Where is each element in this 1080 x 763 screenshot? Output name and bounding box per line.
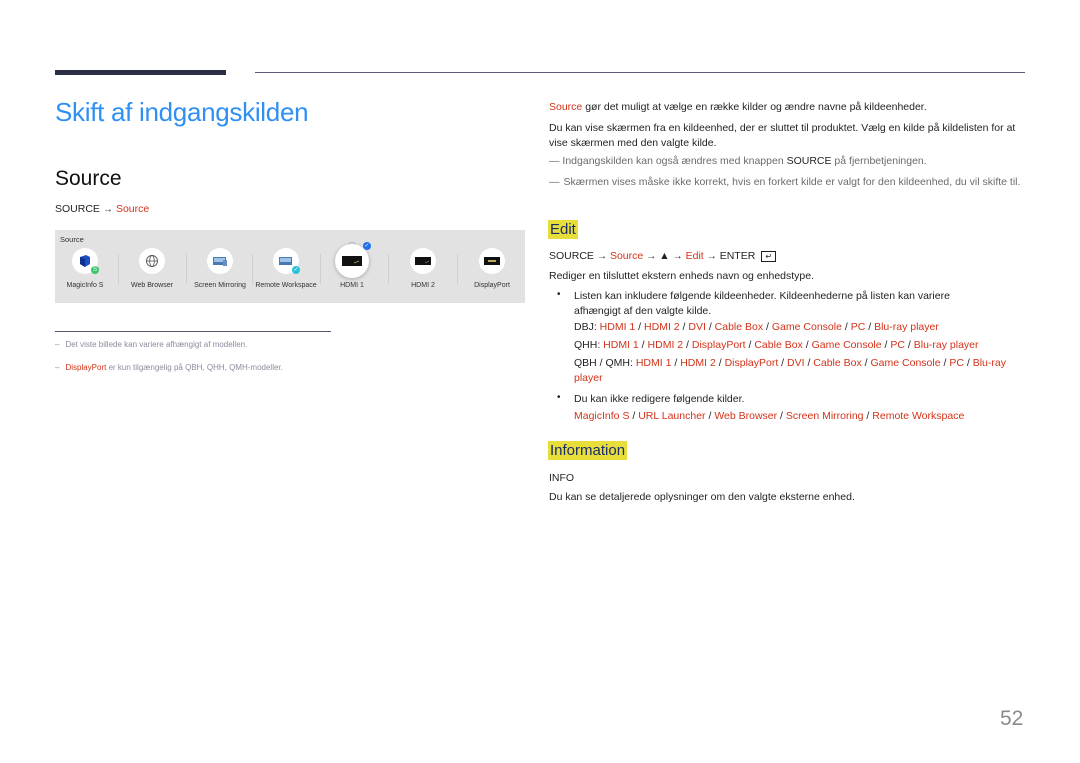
- source-item-magicinfo[interactable]: S MagicInfo S: [51, 248, 119, 289]
- separator: /: [778, 357, 788, 369]
- source-item-screen-mirroring[interactable]: Screen Mirroring: [186, 248, 254, 289]
- source-item-hdmi2[interactable]: HDMI 2: [389, 248, 457, 289]
- note-model-variation: – Det viste billede kan variere afhængigt…: [55, 340, 248, 349]
- notes-rule: [55, 331, 331, 332]
- source-device-item: HDMI 2: [644, 321, 680, 333]
- separator: /: [802, 339, 812, 351]
- screen-mirroring-icon: [207, 248, 233, 274]
- separator: /: [863, 410, 873, 422]
- note-icon: ―: [549, 155, 560, 167]
- intro-paragraph: Du kan vise skærmen fra en kildeenhed, d…: [549, 122, 1016, 149]
- source-device-item: HDMI 1: [635, 357, 672, 369]
- separator: /: [861, 357, 871, 369]
- separator: /: [635, 321, 645, 333]
- source-item-remote-workspace[interactable]: ✓ Remote Workspace: [252, 248, 320, 289]
- source-device-item: Cable Box: [813, 357, 862, 369]
- separator: /: [683, 339, 692, 351]
- source-panel: Source S MagicInfo S Web Browser Screen …: [55, 230, 525, 303]
- section-heading-information: Information: [548, 441, 628, 460]
- note-source-button: ― Indgangskilden kan også ændres med kna…: [549, 155, 927, 167]
- source-device-item: Web Browser: [714, 410, 778, 422]
- header-rule: [255, 72, 1025, 73]
- source-panel-label: Source: [60, 235, 84, 244]
- hdmi-port-icon: ✓: [335, 242, 371, 278]
- bullet-icon: •: [557, 392, 561, 403]
- globe-icon: [139, 248, 165, 274]
- source-device-item: HDMI 1: [599, 321, 636, 333]
- separator: /: [629, 410, 639, 422]
- source-item-hdmi1[interactable]: ︿ ✓ HDMI 1: [318, 238, 386, 289]
- model-label: QHH:: [574, 339, 604, 351]
- source-device-item: HDMI 2: [647, 339, 684, 351]
- model-label: DBJ:: [574, 321, 600, 333]
- source-device-item: PC: [949, 357, 964, 369]
- source-item-displayport[interactable]: DisplayPort: [458, 248, 526, 289]
- source-device-item: Screen Mirroring: [785, 410, 864, 422]
- model-label: QBH / QMH:: [574, 357, 636, 369]
- separator: /: [865, 321, 875, 333]
- source-device-item: Cable Box: [754, 339, 803, 351]
- bullet-icon: •: [557, 289, 561, 300]
- source-device-item: DisplayPort: [691, 339, 746, 351]
- source-device-item: PC: [890, 339, 905, 351]
- separator: /: [940, 357, 950, 369]
- source-device-item: DVI: [787, 357, 805, 369]
- source-device-item: URL Launcher: [638, 410, 706, 422]
- note-icon: ―: [549, 176, 560, 188]
- edit-bullet-2: Du kan ikke redigere følgende kilder.: [574, 393, 745, 405]
- displayport-icon: [479, 248, 505, 274]
- separator: /: [777, 410, 786, 422]
- path-target: Source: [115, 203, 150, 215]
- menu-path: SOURCE → Source: [55, 203, 149, 215]
- separator: /: [638, 339, 648, 351]
- up-triangle-icon: ▲: [659, 250, 670, 262]
- list-qhh: QHH: HDMI 1 / HDMI 2 / DisplayPort / Cab…: [574, 338, 979, 353]
- remote-workspace-icon: ✓: [273, 248, 300, 274]
- arrow-icon: →: [102, 204, 113, 215]
- source-device-item: DisplayPort: [724, 357, 779, 369]
- source-device-item: Blu-ray player: [913, 339, 979, 351]
- magicinfo-icon: S: [72, 248, 99, 274]
- separator: /: [841, 321, 851, 333]
- edit-menu-path: SOURCE → Source → ▲ → Edit → ENTER ↵: [549, 250, 777, 262]
- non-editable-list: MagicInfo S / URL Launcher / Web Browser…: [574, 409, 964, 424]
- separator: /: [904, 339, 914, 351]
- header-bar-thick: [55, 70, 226, 75]
- edit-description: Rediger en tilsluttet ekstern enheds nav…: [549, 270, 815, 282]
- list-qbh-qmh: QBH / QMH: HDMI 1 / HDMI 2 / DisplayPort…: [574, 356, 1029, 386]
- edit-bullet-1: Listen kan inkludere følgende kildeenhed…: [574, 290, 950, 317]
- source-device-item: HDMI 2: [680, 357, 716, 369]
- intro-text: Source gør det muligt at vælge en række …: [549, 101, 927, 113]
- source-device-item: Game Console: [811, 339, 882, 351]
- info-key: INFO: [549, 472, 575, 484]
- source-item-web-browser[interactable]: Web Browser: [118, 248, 186, 289]
- list-dbj: DBJ: HDMI 1 / HDMI 2 / DVI / Cable Box /…: [574, 320, 939, 335]
- separator: /: [705, 321, 715, 333]
- hdmi-port-icon: [410, 248, 436, 274]
- source-device-item: HDMI 1: [603, 339, 639, 351]
- source-device-item: Remote Workspace: [872, 410, 965, 422]
- note-wrong-source: ― Skærmen vises måske ikke korrekt, hvis …: [549, 176, 1021, 188]
- enter-key-icon: ↵: [761, 250, 777, 262]
- separator: /: [763, 321, 772, 333]
- separator: /: [705, 410, 715, 422]
- note-displayport: – DisplayPort er kun tilgængelig på QBH, …: [55, 363, 283, 372]
- source-device-item: Game Console: [771, 321, 842, 333]
- information-description: Du kan se detaljerede oplysninger om den…: [549, 491, 855, 503]
- source-device-item: DVI: [688, 321, 706, 333]
- separator: /: [671, 357, 681, 369]
- separator: /: [715, 357, 725, 369]
- separator: /: [804, 357, 814, 369]
- page-title: Skift af indgangskilden: [55, 97, 309, 127]
- page-number: 52: [1000, 707, 1024, 730]
- separator: /: [963, 357, 973, 369]
- source-device-item: PC: [850, 321, 866, 333]
- source-device-item: Game Console: [870, 357, 941, 369]
- path-root: SOURCE: [55, 203, 100, 215]
- source-device-item: MagicInfo S: [574, 410, 630, 422]
- source-device-item: Cable Box: [714, 321, 764, 333]
- source-device-item: Blu-ray player: [874, 321, 939, 333]
- section-heading-source: Source: [55, 167, 122, 190]
- section-heading-edit: Edit: [548, 220, 578, 239]
